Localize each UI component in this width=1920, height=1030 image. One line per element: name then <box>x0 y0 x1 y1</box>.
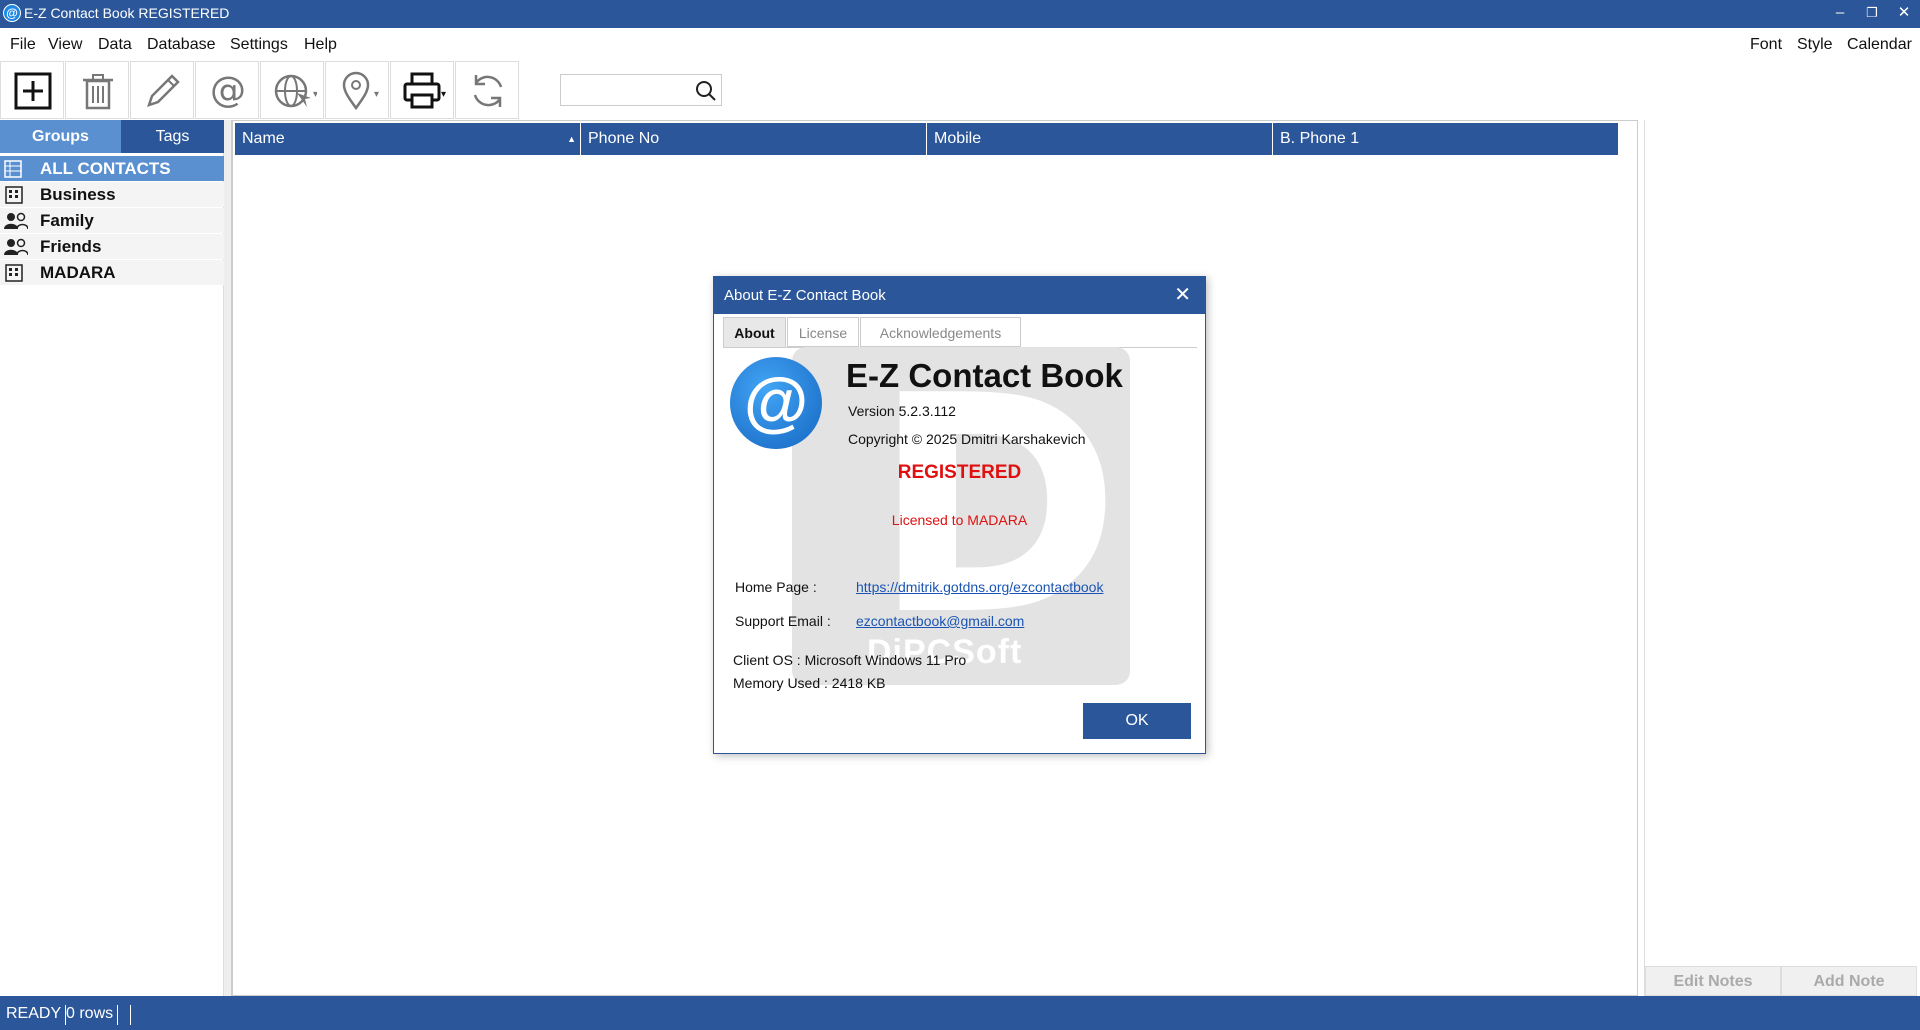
map-pin-icon: ▾ <box>342 71 379 111</box>
column-label: Name <box>242 130 285 147</box>
status-empty <box>122 1005 131 1025</box>
refresh-icon <box>473 75 503 107</box>
people-icon <box>4 212 28 230</box>
building-icon <box>5 186 23 204</box>
group-label: ALL CONTACTS <box>40 159 171 178</box>
app-icon[interactable]: @ <box>3 4 21 22</box>
about-dialog: About E-Z Contact Book ✕ About License A… <box>713 276 1206 754</box>
menu-bar: File View Data Database Settings Help Fo… <box>0 28 1920 62</box>
menu-help[interactable]: Help <box>304 36 337 54</box>
status-bar: READY 0 rows <box>0 996 1920 1030</box>
groups-sidebar: Groups Tags ALL CONTACTS Business Family… <box>0 120 224 996</box>
group-item-madara[interactable]: MADARA <box>0 260 224 285</box>
pencil-icon <box>147 74 180 107</box>
memory-used-text: Memory Used : 2418 KB <box>733 675 886 691</box>
product-name: E-Z Contact Book <box>846 357 1123 394</box>
menu-view[interactable]: View <box>48 36 82 54</box>
svg-text:@: @ <box>210 71 246 111</box>
menu-calendar[interactable]: Calendar <box>1847 36 1912 54</box>
sidebar-splitter[interactable] <box>224 120 232 996</box>
printer-icon: ▾ <box>403 72 446 109</box>
group-item-friends[interactable]: Friends <box>0 234 224 259</box>
map-button[interactable]: ▾ <box>325 61 389 119</box>
support-email-link[interactable]: ezcontactbook@gmail.com <box>856 613 1024 629</box>
copyright-text: Copyright © 2025 Dmitri Karshakevich <box>848 431 1086 447</box>
svg-text:▾: ▾ <box>313 89 317 100</box>
version-text: Version 5.2.3.112 <box>848 403 956 419</box>
minimize-button[interactable]: – <box>1826 2 1854 24</box>
column-header-phone[interactable]: Phone No <box>581 123 927 155</box>
list-icon <box>4 160 22 178</box>
registered-badge: REGISTERED <box>897 462 1022 483</box>
refresh-button[interactable] <box>455 61 519 119</box>
licensed-to-text: Licensed to MADARA <box>891 512 1028 528</box>
support-email-label: Support Email : <box>735 613 831 629</box>
ok-button[interactable]: OK <box>1083 703 1191 739</box>
add-note-button[interactable]: Add Note <box>1781 966 1917 996</box>
close-button[interactable]: ✕ <box>1890 2 1918 24</box>
notes-panel: Edit Notes Add Note <box>1644 120 1920 996</box>
add-contact-button[interactable] <box>0 61 64 119</box>
group-item-family[interactable]: Family <box>0 208 224 233</box>
email-button[interactable]: @ <box>195 61 259 119</box>
delete-button[interactable] <box>65 61 129 119</box>
trash-icon <box>83 74 113 110</box>
group-item-business[interactable]: Business <box>0 182 224 207</box>
building-icon <box>5 264 23 282</box>
client-os-text: Client OS : Microsoft Windows 11 Pro <box>733 652 967 668</box>
tab-about[interactable]: About <box>723 317 786 347</box>
print-button[interactable]: ▾ <box>390 61 454 119</box>
status-state: READY <box>2 1005 67 1025</box>
close-icon[interactable]: ✕ <box>1174 277 1191 314</box>
group-label: MADARA <box>40 263 116 282</box>
home-page-link[interactable]: https://dmitrik.gotdns.org/ezcontactbook <box>856 579 1103 595</box>
svg-text:▾: ▾ <box>374 89 379 100</box>
group-label: Business <box>40 185 116 204</box>
title-bar: @ E-Z Contact Book REGISTERED – ❐ ✕ <box>0 0 1920 28</box>
search-icon[interactable] <box>695 80 717 102</box>
people-icon <box>4 238 28 256</box>
globe-icon: ▾ <box>274 74 317 108</box>
dialog-title: About E-Z Contact Book <box>714 277 1205 314</box>
plus-square-icon <box>14 72 52 110</box>
menu-style[interactable]: Style <box>1797 36 1833 54</box>
column-header-mobile[interactable]: Mobile <box>927 123 1273 155</box>
menu-settings[interactable]: Settings <box>230 36 288 54</box>
menu-database[interactable]: Database <box>147 36 216 54</box>
tab-groups[interactable]: Groups <box>0 120 121 153</box>
search-box[interactable] <box>560 74 722 106</box>
column-header-bphone[interactable]: B. Phone 1 <box>1273 123 1619 155</box>
group-item-all-contacts[interactable]: ALL CONTACTS <box>0 156 224 181</box>
at-icon: @ <box>210 71 246 111</box>
edit-notes-button[interactable]: Edit Notes <box>1645 966 1781 996</box>
app-logo: @ <box>730 357 822 449</box>
group-label: Family <box>40 211 94 230</box>
menu-file[interactable]: File <box>10 36 36 54</box>
tab-tags[interactable]: Tags <box>121 120 224 153</box>
sort-arrow-icon: ▲ <box>567 134 576 144</box>
home-page-label: Home Page : <box>735 579 817 595</box>
edit-button[interactable] <box>130 61 194 119</box>
menu-data[interactable]: Data <box>98 36 132 54</box>
status-rows: 0 rows <box>62 1005 119 1025</box>
menu-font[interactable]: Font <box>1750 36 1782 54</box>
restore-button[interactable]: ❐ <box>1858 2 1886 24</box>
toolbar: @ ▾ ▾ ▾ <box>0 61 1920 120</box>
web-button[interactable]: ▾ <box>260 61 324 119</box>
tab-license[interactable]: License <box>787 317 859 347</box>
svg-text:▾: ▾ <box>441 89 446 100</box>
group-label: Friends <box>40 237 102 256</box>
window-title: E-Z Contact Book REGISTERED <box>24 5 230 21</box>
column-header-name[interactable]: Name ▲ <box>235 123 581 155</box>
